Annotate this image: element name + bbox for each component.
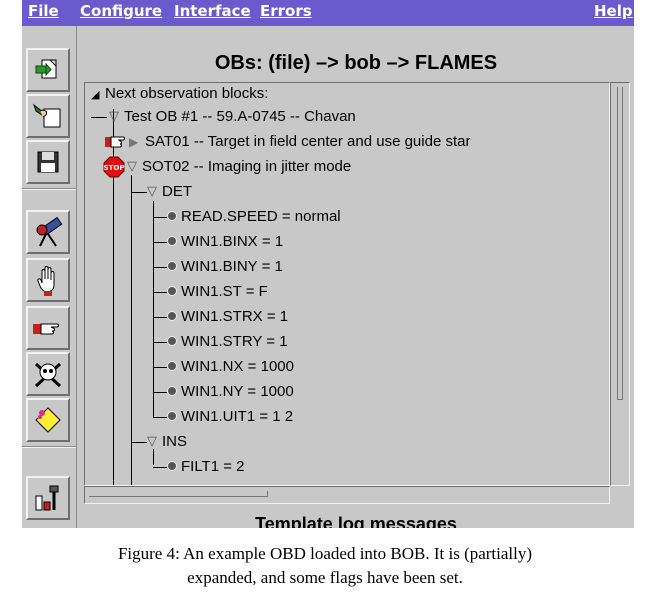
- menu-configure[interactable]: Configure: [80, 2, 162, 20]
- collapsed-triangle-icon[interactable]: ▶: [129, 135, 138, 149]
- expand-triangle-icon[interactable]: ▽: [127, 159, 137, 174]
- tree-ins[interactable]: INS: [162, 433, 187, 451]
- abort-button[interactable]: [26, 352, 70, 396]
- tree-line: [153, 449, 154, 465]
- tree-line: [91, 117, 107, 118]
- pointing-hand-icon: [105, 136, 125, 148]
- bob-window: File Configure Interface Errors Help OBs…: [22, 0, 634, 528]
- tree-keyword[interactable]: WIN1.STRX = 1: [181, 308, 288, 326]
- raised-hand-icon: [37, 266, 55, 296]
- expand-triangle-icon[interactable]: ▽: [147, 434, 157, 449]
- save-button[interactable]: [26, 140, 70, 184]
- menu-bar: File Configure Interface Errors Help: [22, 0, 634, 26]
- tree-keyword[interactable]: WIN1.NX = 1000: [181, 358, 294, 376]
- menu-errors[interactable]: Errors: [260, 2, 312, 20]
- menu-help[interactable]: Help: [594, 2, 633, 20]
- halt-button[interactable]: [26, 258, 70, 302]
- pointing-hand-icon: [33, 323, 59, 335]
- tree-line: [153, 417, 167, 418]
- leaf-bullet-icon: [167, 461, 177, 471]
- figure-caption: Figure 4: An example OBD loaded into BOB…: [0, 542, 650, 590]
- tree-line: [153, 367, 167, 368]
- tree-sot02[interactable]: SOT02 -- Imaging in jitter mode: [142, 158, 351, 176]
- tree-line: [131, 175, 132, 485]
- tree-keyword[interactable]: WIN1.UIT1 = 1 2: [181, 408, 293, 426]
- telescope-icon: [36, 216, 63, 247]
- tree-keyword[interactable]: WIN1.STRY = 1: [181, 333, 288, 351]
- tree-line: [153, 392, 167, 393]
- tree-sat01[interactable]: SAT01 -- Target in field center and use …: [145, 133, 470, 151]
- new-ob-button[interactable]: [26, 94, 70, 138]
- caption-line-1: Figure 4: An example OBD loaded into BOB…: [117, 544, 533, 563]
- leaf-bullet-icon: [167, 236, 177, 246]
- tree-line: [153, 292, 167, 293]
- load-obd-icon: [35, 59, 57, 79]
- notes-button[interactable]: [26, 398, 70, 442]
- tree-line: [153, 201, 154, 417]
- tree-line: [153, 217, 167, 218]
- tree-keyword[interactable]: WIN1.NY = 1000: [181, 383, 294, 401]
- leaf-bullet-icon: [167, 211, 177, 221]
- tree-keyword[interactable]: WIN1.BINY = 1: [181, 258, 283, 276]
- leaf-bullet-icon: [167, 386, 177, 396]
- expand-triangle-icon[interactable]: ▽: [109, 109, 119, 124]
- tree-line: [131, 442, 147, 443]
- tree-keyword[interactable]: FILT1 = 2: [181, 458, 245, 476]
- tree-ob[interactable]: Test OB #1 -- 59.A-0745 -- Chavan: [124, 108, 356, 126]
- stop-label: STOP: [104, 164, 125, 172]
- menu-interface[interactable]: Interface: [174, 2, 251, 20]
- tools-button[interactable]: [26, 476, 70, 520]
- template-log-title: Template log messages: [255, 514, 457, 528]
- tree-line: [153, 317, 167, 318]
- tree-root: Next observation blocks:: [105, 85, 269, 102]
- scroll-thumb[interactable]: [89, 491, 268, 497]
- telescope-button[interactable]: [26, 210, 70, 254]
- leaf-bullet-icon: [167, 311, 177, 321]
- scroll-thumb[interactable]: [617, 87, 623, 400]
- expand-triangle-icon[interactable]: ▽: [147, 184, 157, 199]
- tree-line: [153, 467, 167, 468]
- leaf-bullet-icon: [167, 336, 177, 346]
- panel-title: OBs: (file) –> bob –> FLAMES: [214, 52, 498, 74]
- tree-line: [153, 342, 167, 343]
- leaf-bullet-icon: [167, 286, 177, 296]
- toolbar-separator: [22, 188, 76, 190]
- hand-paper-icon: [32, 103, 61, 128]
- tools-icon: [35, 485, 59, 511]
- menu-file[interactable]: File: [28, 2, 59, 20]
- leaf-bullet-icon: [167, 361, 177, 371]
- save-disk-icon: [37, 151, 59, 173]
- load-obd-button[interactable]: [26, 48, 70, 92]
- tree-line: [153, 267, 167, 268]
- point-button[interactable]: [26, 306, 70, 350]
- skull-crossbones-icon: [34, 362, 62, 388]
- stop-icon: STOP: [103, 156, 125, 178]
- tree-line: [131, 192, 147, 193]
- ob-tree-view[interactable]: ◢ Next observation blocks: ▽ Test OB #1 …: [84, 82, 610, 486]
- leaf-bullet-icon: [167, 411, 177, 421]
- tree-line: [153, 242, 167, 243]
- toolbar: [22, 26, 77, 528]
- leaf-bullet-icon: [167, 261, 177, 271]
- horizontal-scrollbar[interactable]: [84, 486, 610, 504]
- vertical-scrollbar[interactable]: [610, 82, 630, 486]
- tree-det[interactable]: DET: [162, 183, 192, 201]
- tree-keyword[interactable]: WIN1.ST = F: [181, 283, 268, 301]
- tree-keyword[interactable]: WIN1.BINX = 1: [181, 233, 283, 251]
- main-panel: OBs: (file) –> bob –> FLAMES ◢ Next obse…: [78, 26, 634, 528]
- tree-keyword[interactable]: READ.SPEED = normal: [181, 208, 341, 226]
- caption-line-2: expanded, and some flags have been set.: [187, 568, 463, 587]
- toolbar-separator: [22, 446, 76, 448]
- sticky-note-icon: [35, 407, 61, 433]
- collapse-icon[interactable]: ◢: [91, 88, 99, 101]
